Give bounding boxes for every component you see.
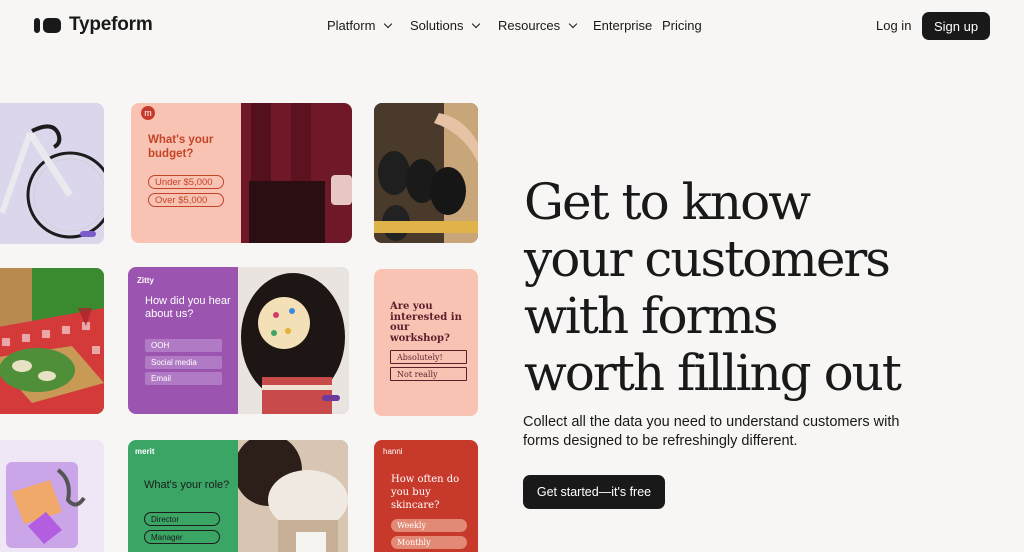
hanni-option-monthly[interactable]: Monthly [391, 536, 467, 549]
workshop-question: Are you interested in our workshop? [390, 301, 462, 344]
workshop-option-not-really[interactable]: Not really [390, 367, 467, 381]
merit-brand: merit [135, 447, 155, 456]
nav-platform[interactable]: Platform [327, 18, 410, 33]
budget-form-card: m What's your budget? Under $5,000 Over … [131, 103, 352, 243]
budget-option-under[interactable]: Under $5,000 [148, 175, 224, 189]
nav-solutions[interactable]: Solutions [410, 18, 498, 33]
get-started-button[interactable]: Get started—it's free [523, 475, 665, 509]
zitty-option-email[interactable]: Email [145, 372, 222, 385]
hanni-option-weekly[interactable]: Weekly [391, 519, 467, 532]
dumbbells-image [374, 103, 478, 243]
typeform-logo-icon [34, 17, 61, 33]
cookie-portrait-image [238, 267, 349, 414]
signup-button[interactable]: Sign up [922, 12, 990, 40]
chevron-down-icon [472, 19, 481, 29]
dumbbells-image-card [374, 103, 478, 243]
logo-text: Typeform [69, 14, 153, 35]
nav-resources-label: Resources [498, 18, 561, 33]
hanni-question: How often do you buy skincare? [391, 474, 460, 511]
merit-question: What's your role? [144, 479, 230, 491]
zitty-brand: Zitty [137, 276, 154, 285]
hero-title-line-4: worth filling out [524, 344, 902, 402]
site-header: Typeform Platform Solutions Resources En… [0, 0, 1024, 52]
zitty-option-ooh[interactable]: OOH [145, 339, 222, 352]
hanni-brand: hanni [383, 447, 403, 456]
workshop-option-absolutely[interactable]: Absolutely! [390, 350, 467, 364]
budget-option-over[interactable]: Over $5,000 [148, 193, 224, 207]
salad-image [0, 268, 104, 414]
merit-option-manager[interactable]: Manager [144, 530, 220, 544]
hand-image-card [0, 440, 104, 552]
budget-logo-icon: m [141, 106, 155, 120]
record-player-image [241, 103, 352, 243]
hero-title: Get to know your customers with forms wo… [524, 174, 1004, 402]
budget-question: What's your budget? [148, 134, 214, 160]
merit-option-director[interactable]: Director [144, 512, 220, 526]
nav-enterprise-label: Enterprise [593, 18, 653, 33]
nav-solutions-label: Solutions [410, 18, 464, 33]
nav-enterprise[interactable]: Enterprise [593, 18, 662, 33]
zitty-form-card: Zitty How did you hear about us? OOH Soc… [128, 267, 349, 414]
chevron-down-icon [384, 19, 393, 29]
salad-image-card [0, 268, 104, 414]
nav-pricing-label: Pricing [662, 18, 702, 33]
nav-pricing[interactable]: Pricing [662, 18, 702, 33]
main-nav: Platform Solutions Resources Enterprise … [327, 18, 702, 33]
hand-image [0, 440, 104, 552]
bicycle-image-card [0, 103, 104, 244]
nav-resources[interactable]: Resources [498, 18, 593, 33]
zitty-question: How did you hear about us? [145, 295, 231, 320]
bicycle-image [0, 103, 104, 244]
workshop-form-card: Are you interested in our workshop? Abso… [374, 269, 478, 416]
landing-page: Typeform Platform Solutions Resources En… [0, 0, 1024, 552]
hero-title-line-1: Get to know [524, 173, 811, 231]
hero-title-line-2: your customers [524, 230, 891, 288]
hero-title-line-3: with forms [524, 287, 779, 345]
meeting-photo-image [238, 440, 348, 552]
chevron-down-icon [568, 19, 578, 29]
hero-subtitle: Collect all the data you need to underst… [523, 414, 900, 449]
login-link[interactable]: Log in [876, 18, 911, 33]
hanni-form-card: hanni How often do you buy skincare? Wee… [374, 440, 478, 552]
merit-form-card: merit What's your role? Director Manager [128, 440, 348, 552]
zitty-option-social[interactable]: Social media [145, 356, 222, 369]
nav-platform-label: Platform [327, 18, 376, 33]
logo[interactable]: Typeform [34, 14, 153, 36]
